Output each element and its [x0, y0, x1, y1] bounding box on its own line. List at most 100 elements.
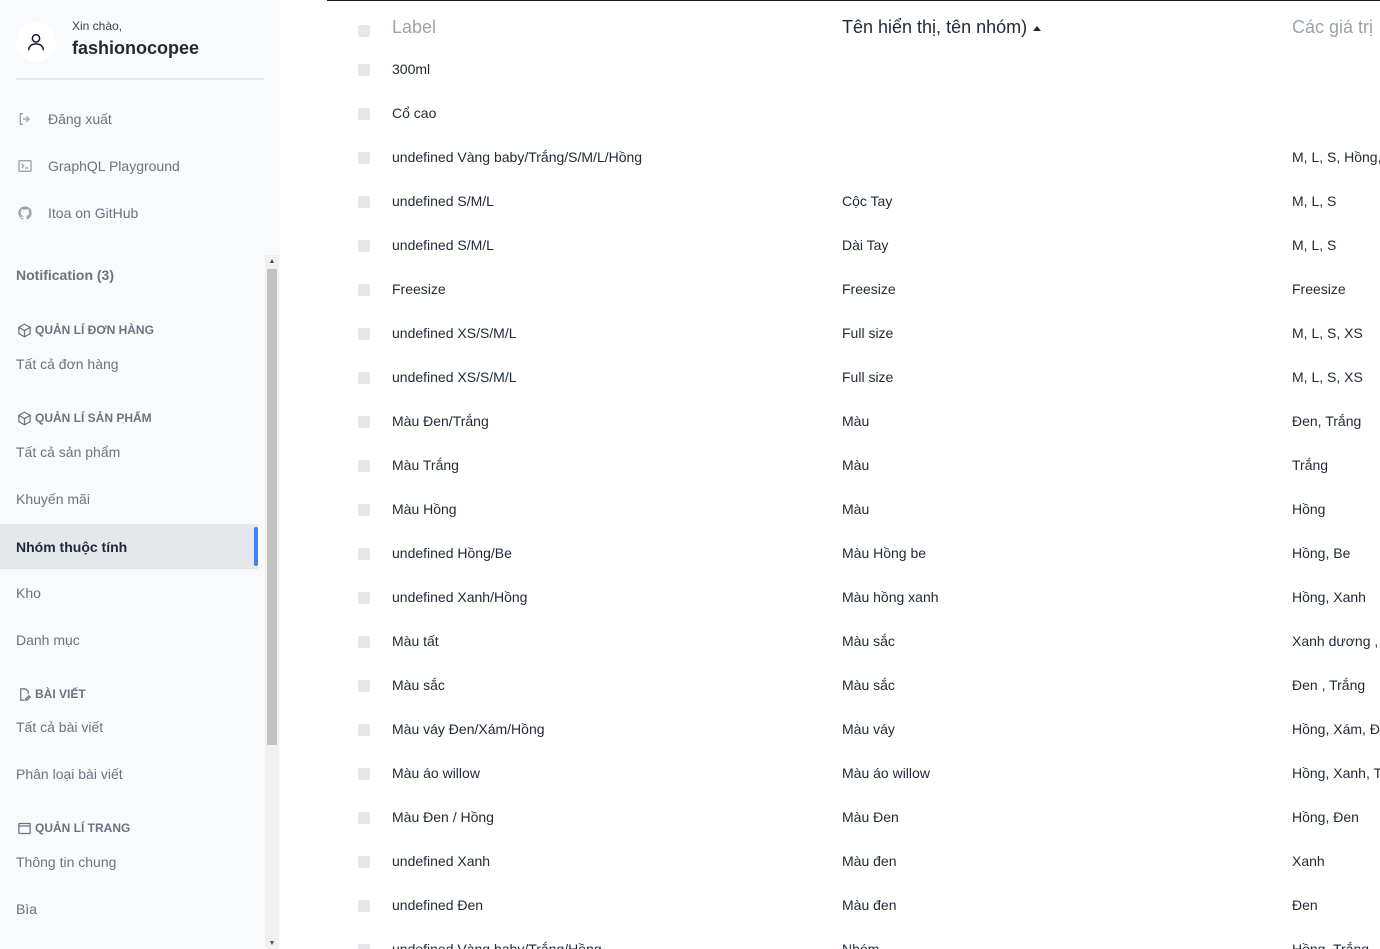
header-display-name-label: Tên hiển thị, tên nhóm) — [842, 17, 1028, 37]
row-checkbox[interactable] — [358, 636, 370, 648]
table-row[interactable]: Màu Hồng Màu Hồng — [327, 487, 1380, 531]
sort-ascending-icon — [1033, 25, 1042, 31]
row-checkbox[interactable] — [358, 196, 370, 208]
row-checkbox[interactable] — [358, 416, 370, 428]
row-checkbox[interactable] — [358, 680, 370, 692]
nav-promotions[interactable]: Khuyến mãi — [0, 476, 258, 521]
row-checkbox[interactable] — [358, 284, 370, 296]
row-checkbox[interactable] — [358, 240, 370, 252]
row-checkbox[interactable] — [358, 460, 370, 472]
table-row[interactable]: Màu Đen / Hồng Màu Đen Hồng, Đen — [327, 795, 1380, 839]
cell-label: undefined Đen — [392, 897, 484, 913]
table-row[interactable]: Màu sắc Màu sắc Đen , Trắng — [327, 663, 1380, 707]
section-posts-title: BÀI VIẾT — [35, 687, 86, 701]
row-checkbox[interactable] — [358, 372, 370, 384]
table-row[interactable]: Màu váy Đen/Xám/Hồng Màu váy Hồng, Xám, Đ — [327, 707, 1380, 751]
cell-values: Đen — [1292, 897, 1318, 913]
nav-warehouse[interactable]: Kho — [0, 570, 258, 615]
sidebar: Xin chào, fashionocopee Đăng xuất GraphQ… — [0, 0, 280, 949]
row-checkbox[interactable] — [358, 768, 370, 780]
row-checkbox[interactable] — [358, 152, 370, 164]
cell-display-name: Màu Hồng be — [842, 545, 927, 561]
table-row[interactable]: 300ml — [327, 47, 1380, 91]
cell-label: Màu tất — [392, 633, 439, 649]
cell-label: Màu Trắng — [392, 457, 459, 473]
cell-label: Màu váy Đen/Xám/Hồng — [392, 721, 545, 737]
github-link[interactable]: Itoa on GitHub — [16, 201, 138, 225]
cell-label: Freesize — [392, 281, 446, 297]
username: fashionocopee — [72, 38, 200, 58]
row-checkbox[interactable] — [358, 812, 370, 824]
row-checkbox[interactable] — [358, 64, 370, 76]
table-row[interactable]: undefined S/M/L Cộc Tay M, L, S — [327, 179, 1380, 223]
scroll-up-arrow-icon[interactable]: ▲ — [268, 257, 276, 265]
sidebar-scrollbar[interactable]: ▲ ▼ — [265, 255, 279, 949]
github-icon — [16, 204, 34, 222]
table-row[interactable]: Màu Đen/Trắng Màu Đen, Trắng — [327, 399, 1380, 443]
row-checkbox[interactable] — [358, 504, 370, 516]
nav-all-orders[interactable]: Tất cả đơn hàng — [0, 341, 258, 386]
cell-values: Hồng, Be — [1292, 545, 1351, 561]
cell-values: Xanh dương , — [1292, 633, 1379, 649]
table-row[interactable]: undefined Hồng/Be Màu Hồng be Hồng, Be — [327, 531, 1380, 575]
table-row[interactable]: undefined Vàng baby/Trắng/S/M/L/Hồng M, L… — [327, 135, 1380, 179]
cell-label: undefined Xanh — [392, 853, 491, 869]
user-avatar-icon — [16, 22, 56, 62]
row-checkbox[interactable] — [358, 900, 370, 912]
cell-label: Màu Đen / Hồng — [392, 809, 494, 825]
header-display-name[interactable]: Tên hiển thị, tên nhóm) — [842, 17, 1042, 38]
cell-display-name: Freesize — [842, 281, 896, 297]
cell-label: undefined S/M/L — [392, 193, 494, 209]
section-products-title: QUẢN LÍ SẢN PHẨM — [35, 411, 152, 425]
row-checkbox[interactable] — [358, 724, 370, 736]
scroll-down-arrow-icon[interactable]: ▼ — [268, 939, 276, 947]
nav-post-categories[interactable]: Phân loại bài viết — [0, 751, 258, 796]
table-row[interactable]: Màu tất Màu sắc Xanh dương , — [327, 619, 1380, 663]
cell-display-name: Màu — [842, 501, 870, 517]
row-checkbox[interactable] — [358, 592, 370, 604]
nav-all-posts[interactable]: Tất cả bài viết — [0, 704, 258, 749]
cell-display-name: Cộc Tay — [842, 193, 893, 209]
logout-link[interactable]: Đăng xuất — [16, 107, 112, 131]
row-checkbox[interactable] — [358, 944, 370, 949]
cell-display-name: Màu hồng xanh — [842, 589, 939, 605]
cell-display-name: Màu đen — [842, 897, 897, 913]
cell-values: M, L, S — [1292, 237, 1337, 253]
cell-display-name: Dài Tay — [842, 237, 889, 253]
row-checkbox[interactable] — [358, 548, 370, 560]
cell-label: undefined Vàng baby/Trắng/Hồng — [392, 941, 602, 949]
table-row[interactable]: undefined Xanh/Hồng Màu hồng xanh Hồng, Xa… — [327, 575, 1380, 619]
select-all-checkbox[interactable] — [358, 25, 370, 37]
header-values[interactable]: Các giá trị — [1292, 17, 1373, 38]
header-label[interactable]: Label — [392, 17, 436, 38]
section-orders-heading: QUẢN LÍ ĐƠN HÀNG — [16, 322, 154, 338]
table-row[interactable]: Cổ cao — [327, 91, 1380, 135]
notification-link[interactable]: Notification (3) — [16, 267, 114, 283]
scroll-thumb[interactable] — [267, 269, 277, 745]
cell-label: undefined Xanh/Hồng — [392, 589, 528, 605]
row-checkbox[interactable] — [358, 856, 370, 868]
section-products-heading: QUẢN LÍ SẢN PHẨM — [16, 410, 152, 426]
nav-general-info[interactable]: Thông tin chung — [0, 839, 258, 884]
row-checkbox[interactable] — [358, 108, 370, 120]
cell-display-name: Màu — [842, 457, 870, 473]
table-row[interactable]: Màu Trắng Màu Trắng — [327, 443, 1380, 487]
cell-display-name: Màu sắc — [842, 677, 895, 693]
nav-cover[interactable]: Bìa — [0, 886, 258, 931]
table-row[interactable]: undefined XS/S/M/L Full size M, L, S, XS — [327, 311, 1380, 355]
row-checkbox[interactable] — [358, 328, 370, 340]
table-row[interactable]: undefined XS/S/M/L Full size M, L, S, XS — [327, 355, 1380, 399]
table-row[interactable]: Freesize Freesize Freesize — [327, 267, 1380, 311]
nav-categories[interactable]: Danh mục — [0, 617, 258, 662]
graphql-playground-link[interactable]: GraphQL Playground — [16, 154, 180, 178]
cell-values: M, L, S, XS — [1292, 325, 1363, 341]
cell-display-name: Màu — [842, 413, 870, 429]
table-row[interactable]: undefined Đen Màu đen Đen — [327, 883, 1380, 927]
table-row[interactable]: Màu áo willow Màu áo willow Hồng, Xanh, T — [327, 751, 1380, 795]
table-row[interactable]: undefined Xanh Màu đen Xanh — [327, 839, 1380, 883]
table-row[interactable]: undefined Vàng baby/Trắng/Hồng Nhóm Hồng, … — [327, 927, 1380, 949]
nav-all-products[interactable]: Tất cả sản phẩm — [0, 429, 258, 474]
cell-values: M, L, S, XS — [1292, 369, 1363, 385]
nav-attribute-groups[interactable]: Nhóm thuộc tính — [0, 524, 258, 569]
table-row[interactable]: undefined S/M/L Dài Tay M, L, S — [327, 223, 1380, 267]
